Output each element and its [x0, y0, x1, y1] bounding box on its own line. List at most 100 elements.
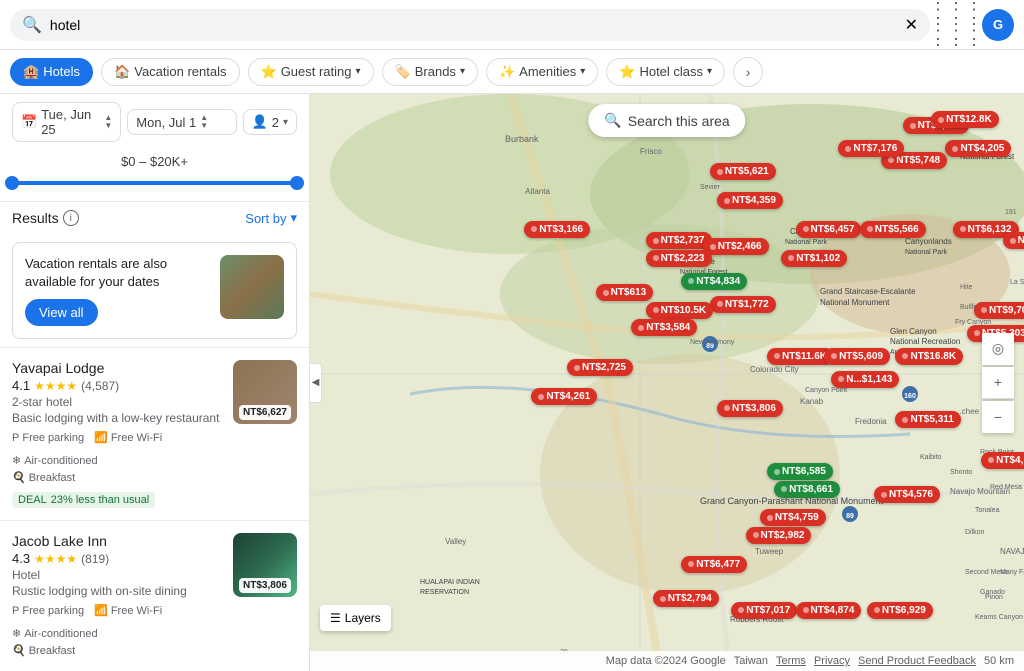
- price-marker-24[interactable]: NT$5,609: [824, 348, 890, 365]
- price-marker-26[interactable]: NT$16.8K: [895, 348, 963, 365]
- terms-link[interactable]: Terms: [776, 655, 806, 667]
- price-marker-19[interactable]: NT$3,166: [524, 221, 590, 238]
- price-marker-9[interactable]: NT$5,566: [860, 221, 926, 238]
- price-marker-16[interactable]: NT$613: [596, 284, 654, 301]
- search-area-button[interactable]: 🔍 Search this area: [588, 104, 745, 137]
- price-marker-38[interactable]: NT$7,017: [731, 602, 797, 619]
- guests-field[interactable]: 👤 2 ▾: [243, 109, 297, 135]
- price-slider[interactable]: [12, 173, 297, 193]
- svg-text:National Park: National Park: [905, 249, 948, 256]
- hotel-card-jacob[interactable]: Jacob Lake Inn 4.3 ★★★★ (819) Hotel Rust…: [0, 520, 309, 671]
- price-marker-30[interactable]: NT$6,585: [767, 463, 833, 480]
- filter-tab-amenities[interactable]: ✨ Amenities ▾: [486, 58, 598, 86]
- hotel-info-yavapai: Yavapai Lodge 4.1 ★★★★ (4,587) 2-star ho…: [12, 360, 223, 508]
- filter-tab-vacation[interactable]: 🏠 Vacation rentals: [101, 58, 239, 86]
- price-marker-2[interactable]: NT$4,205: [945, 140, 1011, 157]
- results-info-icon[interactable]: i: [63, 210, 79, 226]
- hotel-rating-row-jacob: 4.3 ★★★★ (819): [12, 551, 223, 566]
- price-marker-29[interactable]: NT$5,311: [895, 411, 960, 428]
- price-marker-25[interactable]: N...$1,143: [831, 371, 899, 388]
- price-marker-41[interactable]: NT$2,830: [1003, 232, 1024, 249]
- results-label: Results: [12, 210, 59, 226]
- my-location-button[interactable]: ◎: [982, 333, 1014, 365]
- price-marker-15[interactable]: NT$1,772: [710, 296, 776, 313]
- price-marker-21[interactable]: NT$4,261: [531, 388, 597, 405]
- price-marker-31[interactable]: NT$8,661: [774, 481, 840, 498]
- price-marker-11[interactable]: NT$2,466: [703, 238, 769, 255]
- price-marker-7[interactable]: NT$2,737: [646, 232, 712, 249]
- price-marker-5[interactable]: NT$5,621: [710, 163, 776, 180]
- price-marker-4[interactable]: NT$7,176: [838, 140, 904, 157]
- deal-badge: DEAL 23% less than usual: [12, 492, 155, 508]
- more-filters-button[interactable]: ›: [733, 57, 763, 87]
- filter-tab-hotels[interactable]: 🏨 Hotels: [10, 58, 93, 86]
- left-panel: 📅 Tue, Jun 25 ▲▼ Mon, Jul 1 ▲▼ 👤 2 ▾: [0, 94, 310, 671]
- filter-tab-hotel-class[interactable]: ⭐ Hotel class ▾: [606, 58, 725, 86]
- privacy-link[interactable]: Privacy: [814, 655, 850, 667]
- slider-thumb-left[interactable]: [5, 176, 19, 190]
- collapse-icon: ◀: [312, 377, 320, 388]
- price-label: $0 – $20K+: [12, 154, 297, 169]
- chevron-down-icon-amenities: ▾: [580, 66, 585, 77]
- chevron-down-icon: ▾: [356, 66, 361, 77]
- svg-text:RESERVATION: RESERVATION: [420, 589, 469, 596]
- zoom-out-button[interactable]: −: [982, 401, 1014, 433]
- map-area[interactable]: 89 89 160 Burbank Frisco Atlanta Colorad…: [310, 94, 1024, 671]
- hotel-card-yavapai[interactable]: Yavapai Lodge 4.1 ★★★★ (4,587) 2-star ho…: [0, 347, 309, 520]
- amenity-ac: ❄ Air-conditioned: [12, 454, 98, 467]
- slider-track: [12, 181, 297, 185]
- svg-text:Valley: Valley: [445, 537, 466, 546]
- price-marker-34[interactable]: NT$4,576: [874, 486, 940, 503]
- price-marker-18[interactable]: NT$3,584: [631, 319, 697, 336]
- price-marker-20[interactable]: NT$2,725: [567, 359, 633, 376]
- amenity-breakfast-jacob: 🍳 Breakfast: [12, 644, 75, 657]
- hotel-card-inner-jacob: Jacob Lake Inn 4.3 ★★★★ (819) Hotel Rust…: [12, 533, 297, 661]
- search-bar: 🔍 ✕ ⋮⋮⋮⋮⋮⋮⋮⋮⋮ G: [0, 0, 1024, 50]
- svg-text:89: 89: [846, 513, 854, 520]
- price-marker-13[interactable]: NT$1,102: [781, 250, 847, 267]
- slider-thumb-right[interactable]: [290, 176, 304, 190]
- zoom-in-button[interactable]: +: [982, 367, 1014, 399]
- amenity-wifi-jacob: 📶 Free Wi-Fi: [94, 604, 162, 617]
- collapse-panel-button[interactable]: ◀: [310, 363, 322, 403]
- checkout-field[interactable]: Mon, Jul 1 ▲▼: [127, 109, 236, 135]
- map-data-label: Map data ©2024 Google: [606, 655, 726, 667]
- apps-icon[interactable]: ⋮⋮⋮⋮⋮⋮⋮⋮⋮: [938, 7, 974, 43]
- checkin-stepper[interactable]: ▲▼: [104, 114, 112, 130]
- checkin-field[interactable]: 📅 Tue, Jun 25 ▲▼: [12, 102, 121, 142]
- price-marker-8[interactable]: NT$6,457: [796, 221, 862, 238]
- price-marker-1[interactable]: NT$12.8K: [931, 111, 999, 128]
- checkin-date: Tue, Jun 25: [41, 107, 100, 137]
- filter-tab-brands[interactable]: 🏷️ Brands ▾: [382, 58, 478, 86]
- hotel-name: Yavapai Lodge: [12, 360, 223, 376]
- price-marker-17[interactable]: NT$10.5K: [646, 302, 714, 319]
- price-marker-12[interactable]: NT$2,223: [646, 250, 712, 267]
- hotel-image-yavapai: NT$6,627: [233, 360, 297, 424]
- price-marker-32[interactable]: NT$4,759: [760, 509, 826, 526]
- price-marker-27[interactable]: NT$9,705: [974, 302, 1024, 319]
- filter-tab-guest-rating[interactable]: ⭐ Guest rating ▾: [248, 58, 374, 86]
- search-input-wrap[interactable]: 🔍 ✕: [10, 9, 930, 41]
- price-marker-36[interactable]: NT$6,477: [681, 556, 747, 573]
- avatar[interactable]: G: [982, 9, 1014, 41]
- price-marker-14[interactable]: NT$4,834: [681, 273, 747, 290]
- price-marker-35[interactable]: NT$4,157: [981, 452, 1024, 469]
- price-marker-6[interactable]: NT$4,359: [717, 192, 783, 209]
- price-marker-39[interactable]: NT$4,874: [796, 602, 862, 619]
- sort-button[interactable]: Sort by ▾: [245, 210, 297, 226]
- breakfast-icon-j: 🍳: [12, 644, 26, 657]
- layers-button[interactable]: ☰ Layers: [320, 605, 391, 631]
- vacation-img-inner: [220, 255, 284, 319]
- left-panel-wrap: 📅 Tue, Jun 25 ▲▼ Mon, Jul 1 ▲▼ 👤 2 ▾: [0, 94, 310, 671]
- feedback-link[interactable]: Send Product Feedback: [858, 655, 976, 667]
- price-marker-40[interactable]: NT$6,929: [867, 602, 933, 619]
- view-all-button[interactable]: View all: [25, 299, 98, 326]
- price-marker-33[interactable]: NT$2,982: [746, 527, 812, 544]
- checkout-stepper[interactable]: ▲▼: [200, 114, 208, 130]
- close-icon[interactable]: ✕: [905, 15, 918, 35]
- main-content: 📅 Tue, Jun 25 ▲▼ Mon, Jul 1 ▲▼ 👤 2 ▾: [0, 94, 1024, 671]
- search-icon-map: 🔍: [604, 112, 621, 129]
- price-marker-37[interactable]: NT$2,794: [653, 590, 719, 607]
- price-marker-22[interactable]: NT$3,806: [717, 400, 783, 417]
- search-input[interactable]: [50, 17, 897, 33]
